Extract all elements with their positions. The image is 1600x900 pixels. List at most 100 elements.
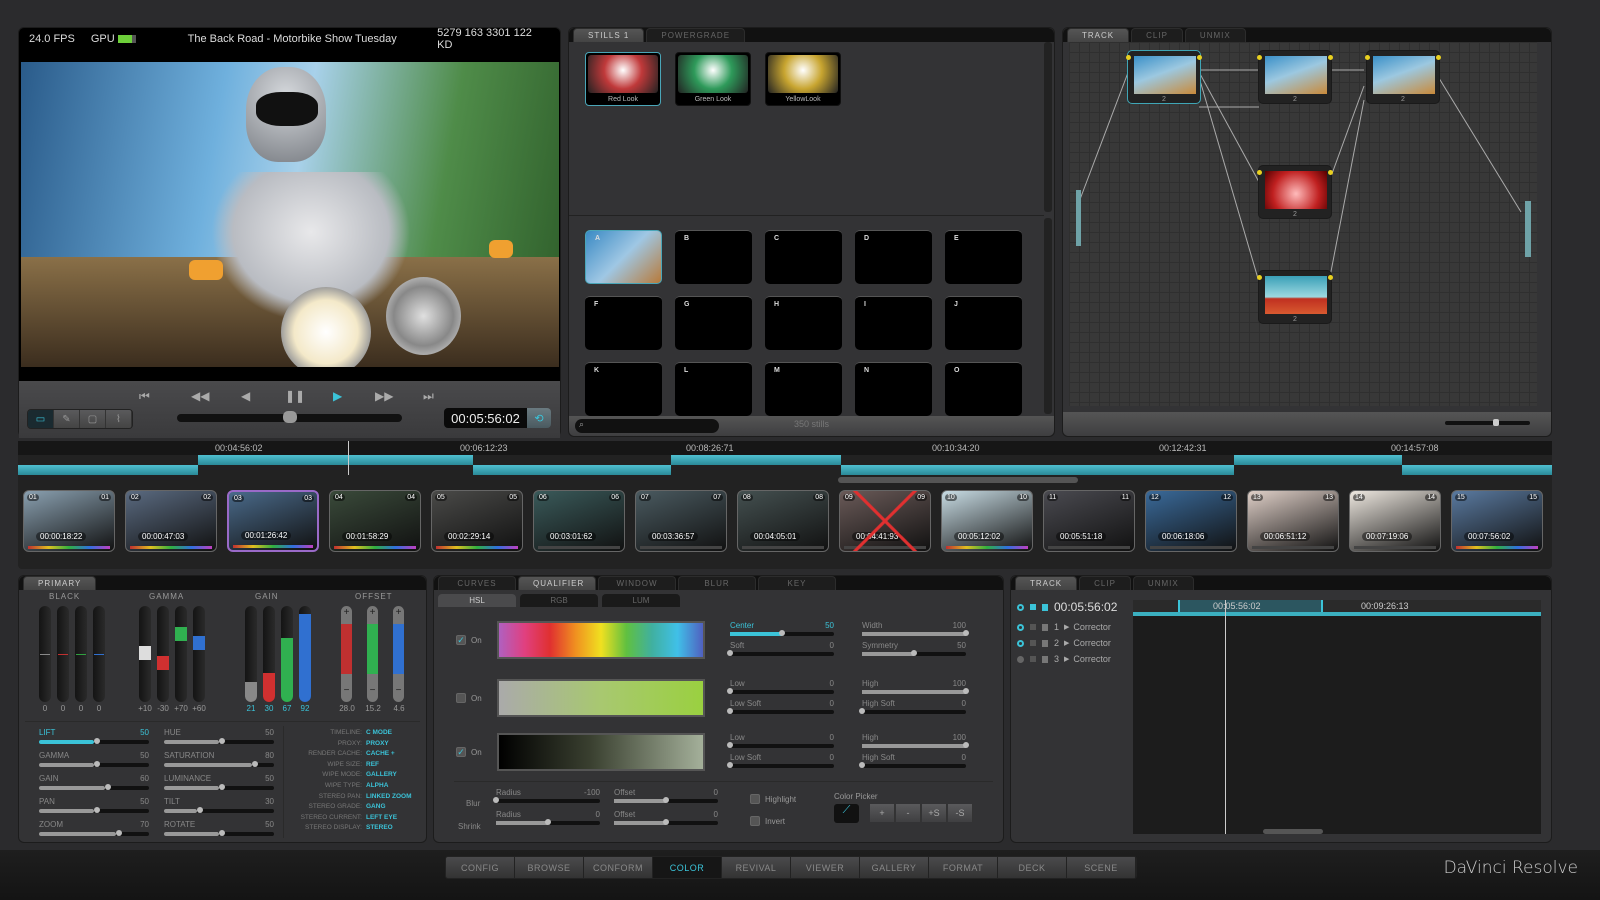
still-slot[interactable]: J: [945, 296, 1022, 350]
node-item[interactable]: 2: [1365, 50, 1441, 104]
timeline-clip[interactable]: 07 07 00:03:36:57: [635, 490, 727, 552]
slider-track[interactable]: [859, 708, 966, 714]
slider-knob[interactable]: [663, 819, 669, 825]
pen-icon[interactable]: ✎: [54, 410, 80, 428]
still-slot[interactable]: K: [585, 362, 662, 416]
node-input-dot[interactable]: [1257, 55, 1262, 60]
offset-minus-icon[interactable]: −: [393, 685, 404, 696]
node-item[interactable]: 2: [1257, 165, 1333, 219]
color-fader[interactable]: [75, 606, 87, 702]
node-item[interactable]: 2: [1257, 270, 1333, 324]
node-input-dot[interactable]: [1126, 55, 1131, 60]
disclosure-icon[interactable]: ▶: [1064, 623, 1069, 631]
timeline-clip[interactable]: 03 03 00:01:26:42: [227, 490, 319, 552]
nav-format[interactable]: FORMAT: [929, 857, 998, 878]
node-output-dot[interactable]: [1328, 275, 1333, 280]
color-fader[interactable]: [157, 606, 169, 702]
rewind-icon[interactable]: ◀◀: [191, 389, 209, 403]
enable-icon[interactable]: [1017, 623, 1024, 631]
keyframe-playhead[interactable]: [1225, 600, 1226, 834]
loop-icon[interactable]: ⟲: [527, 408, 551, 428]
enable-icon[interactable]: [1017, 639, 1024, 647]
slider-track[interactable]: [727, 708, 834, 714]
offset-plus-icon[interactable]: +: [367, 607, 378, 618]
timeline-clip[interactable]: 01 01 00:00:18:22: [23, 490, 115, 552]
fader-handle[interactable]: [175, 626, 187, 641]
tab-unmix[interactable]: UNMIX: [1132, 576, 1194, 590]
primary-slider[interactable]: PAN 50: [39, 797, 149, 813]
node-canvas[interactable]: 2 2 2 2 2: [1069, 42, 1537, 406]
jog-knob[interactable]: [282, 411, 297, 423]
node-output-dot[interactable]: [1436, 55, 1441, 60]
qualifier-slider[interactable]: Offset 0: [614, 788, 718, 803]
slider-track[interactable]: [39, 830, 149, 836]
qualifier-ramp[interactable]: [497, 733, 705, 771]
timeline-scrollbar[interactable]: [838, 477, 1078, 483]
color-fader[interactable]: [193, 606, 205, 702]
primary-slider[interactable]: SATURATION 80: [164, 751, 274, 767]
slider-knob[interactable]: [727, 742, 733, 748]
primary-slider[interactable]: ROTATE 50: [164, 820, 274, 836]
slider-knob[interactable]: [963, 630, 969, 636]
slider-track[interactable]: [727, 650, 834, 656]
slider-knob[interactable]: [727, 688, 733, 694]
timeline-clip[interactable]: 08 08 00:04:05:01: [737, 490, 829, 552]
qualifier-slider[interactable]: Low Soft 0: [727, 699, 834, 714]
slider-track[interactable]: [614, 819, 718, 825]
nav-deck[interactable]: DECK: [998, 857, 1067, 878]
slider-knob[interactable]: [197, 807, 203, 813]
info-value[interactable]: LINKED ZOOM: [366, 793, 412, 800]
still-look[interactable]: Green Look: [675, 52, 751, 106]
still-slot[interactable]: N: [855, 362, 932, 416]
play-icon[interactable]: ▶: [333, 389, 342, 403]
qualifier-slider[interactable]: Width 100: [862, 621, 969, 636]
still-slot[interactable]: I: [855, 296, 932, 350]
node-item[interactable]: 2: [1257, 50, 1333, 104]
invert-checkbox[interactable]: [750, 816, 760, 826]
slider-knob[interactable]: [911, 650, 917, 656]
slider-track[interactable]: [727, 762, 834, 768]
offset-plus-icon[interactable]: +: [341, 607, 352, 618]
qualifier-slider[interactable]: Radius -100: [493, 788, 600, 803]
fader-handle[interactable]: [193, 636, 205, 651]
tab-curves[interactable]: CURVES: [438, 576, 516, 590]
subtab-rgb[interactable]: RGB: [520, 594, 598, 607]
keyframe-area[interactable]: 00:05:56:02 00:09:26:13: [1133, 600, 1541, 834]
tab-track[interactable]: TRACK: [1015, 576, 1078, 590]
tab-key[interactable]: KEY: [758, 576, 836, 590]
slider-track[interactable]: [859, 762, 966, 768]
slider-track[interactable]: [862, 742, 969, 748]
timeline-clip[interactable]: 14 14 00:07:19:06: [1349, 490, 1441, 552]
info-value[interactable]: CACHE +: [366, 750, 395, 757]
color-fader[interactable]: [57, 606, 69, 702]
slider-track[interactable]: [164, 807, 274, 813]
qualifier-on-checkbox[interactable]: ✓: [456, 635, 466, 645]
stills-scrollbar-top[interactable]: [1044, 42, 1052, 212]
node-input-dot[interactable]: [1257, 275, 1262, 280]
slider-knob[interactable]: [94, 761, 100, 767]
slider-knob[interactable]: [105, 784, 111, 790]
primary-slider[interactable]: ZOOM 70: [39, 820, 149, 836]
nav-browse[interactable]: BROWSE: [515, 857, 584, 878]
fader-handle[interactable]: [139, 646, 151, 660]
tab-clip[interactable]: CLIP: [1079, 576, 1131, 590]
timeline-clip[interactable]: 090900:04:41:93: [839, 490, 931, 552]
offset-plus-icon[interactable]: +: [393, 607, 404, 618]
slider-track[interactable]: [614, 797, 718, 803]
picker-button[interactable]: +: [870, 804, 895, 822]
still-slot[interactable]: M: [765, 362, 842, 416]
jog-slider[interactable]: [177, 411, 402, 423]
tab-powergrade[interactable]: POWERGRADE: [646, 28, 746, 42]
offset-minus-icon[interactable]: −: [367, 685, 378, 696]
fast-forward-icon[interactable]: ▶▶: [375, 389, 393, 403]
slider-track[interactable]: [862, 630, 969, 636]
tab-track[interactable]: TRACK: [1067, 28, 1130, 42]
info-value[interactable]: LEFT EYE: [366, 814, 397, 821]
slider-track[interactable]: [39, 807, 149, 813]
qualifier-slider[interactable]: High Soft 0: [859, 753, 966, 768]
slider-knob[interactable]: [219, 738, 225, 744]
qualifier-slider[interactable]: Low 0: [727, 733, 834, 748]
slider-track[interactable]: [727, 688, 834, 694]
nav-gallery[interactable]: GALLERY: [860, 857, 929, 878]
still-slot[interactable]: H: [765, 296, 842, 350]
